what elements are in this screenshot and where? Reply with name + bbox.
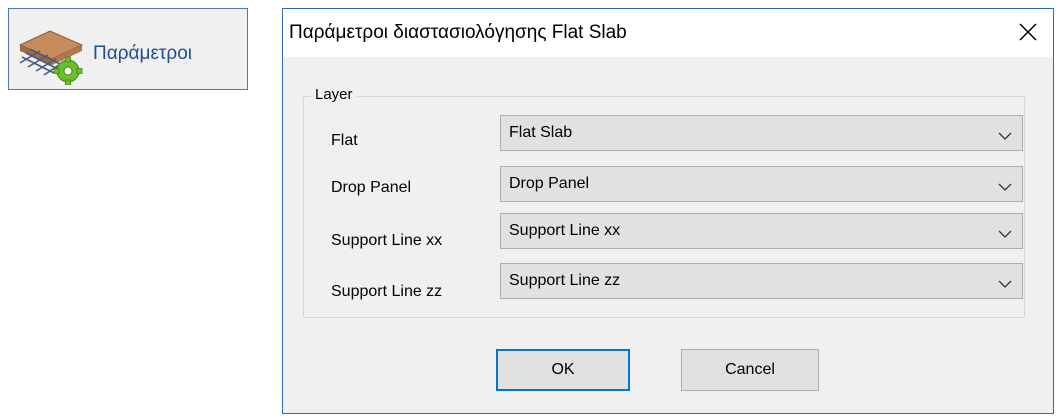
flat-combobox-value: Flat Slab: [509, 124, 573, 141]
support-line-xx-combobox-value: Support Line xx: [509, 222, 621, 239]
support-line-zz-label: Support Line zz: [331, 283, 443, 300]
parameters-ribbon-label: Παράμετροι: [93, 43, 193, 64]
support-line-xx-label: Support Line xx: [331, 232, 443, 249]
flat-label: Flat: [331, 132, 358, 149]
cancel-button[interactable]: Cancel: [681, 349, 819, 391]
drop-panel-combobox-value: Drop Panel: [509, 175, 590, 192]
ok-button[interactable]: OK: [496, 349, 630, 391]
chevron-down-icon: [998, 276, 1012, 288]
flat-combobox[interactable]: Flat Slab: [500, 115, 1023, 151]
dialog-titlebar[interactable]: Παράμετροι διαστασιολόγησης Flat Slab: [283, 9, 1053, 57]
chevron-down-icon: [998, 128, 1012, 140]
chevron-down-icon: [998, 179, 1012, 191]
flat-slab-settings-icon: [16, 23, 86, 86]
support-line-xx-combobox[interactable]: Support Line xx: [500, 213, 1023, 249]
support-line-zz-combobox-value: Support Line zz: [509, 272, 621, 289]
parameters-ribbon-button[interactable]: Παράμετροι: [8, 8, 248, 90]
support-line-zz-combobox[interactable]: Support Line zz: [500, 263, 1023, 299]
drop-panel-label: Drop Panel: [331, 179, 412, 196]
close-icon[interactable]: [1015, 19, 1041, 45]
dialog-title: Παράμετροι διαστασιολόγησης Flat Slab: [289, 22, 627, 43]
chevron-down-icon: [998, 226, 1012, 238]
layer-group-title: Layer: [311, 86, 357, 103]
flat-slab-parameters-dialog: Παράμετροι διαστασιολόγησης Flat Slab La…: [282, 8, 1054, 414]
drop-panel-combobox[interactable]: Drop Panel: [500, 166, 1023, 202]
